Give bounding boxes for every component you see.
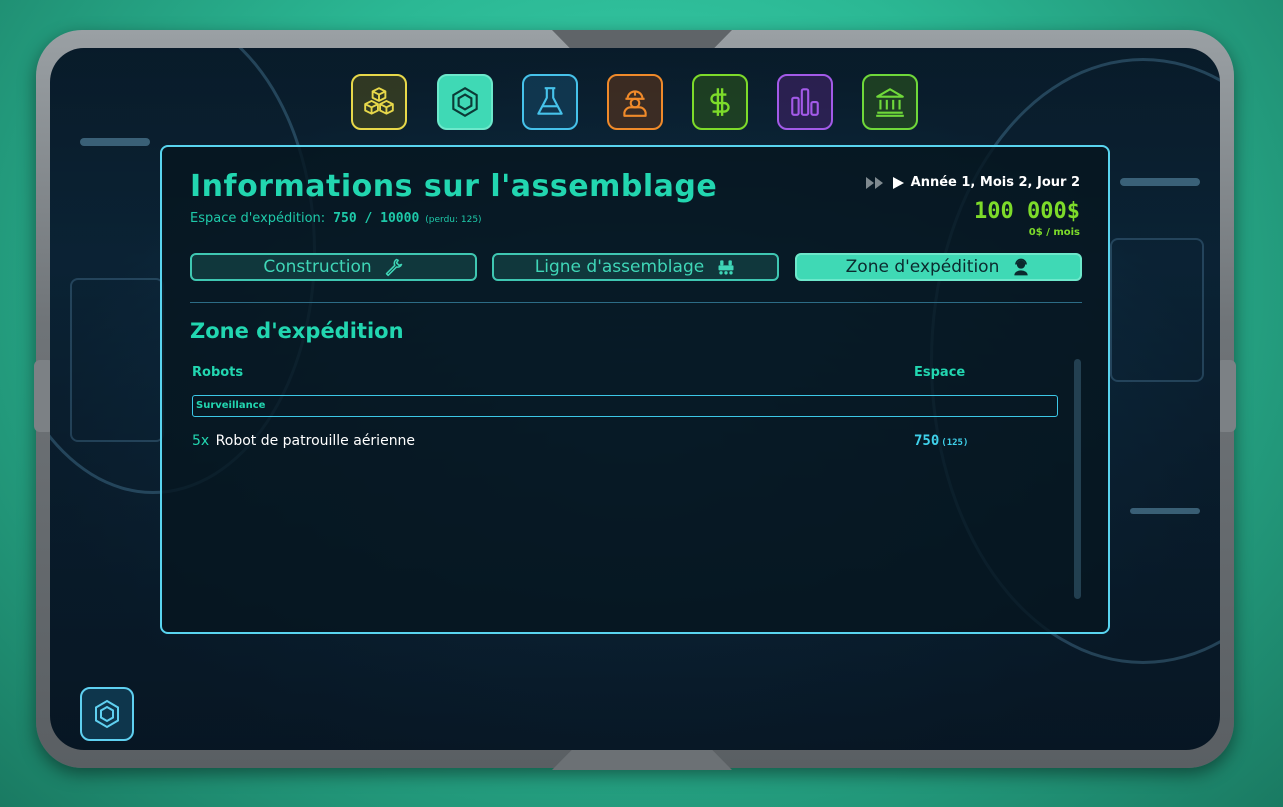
robot-space-cell: 750 (125): [914, 433, 968, 449]
section-title: Zone d'expédition: [190, 319, 404, 343]
cubes-icon[interactable]: [351, 74, 407, 130]
monthly-income: 0$ / mois: [1028, 227, 1080, 238]
tab-label: Zone d'expédition: [845, 257, 1000, 277]
table-row: 5x Robot de patrouille aérienne 750 (125): [192, 433, 1058, 451]
page-title: Informations sur l'assemblage: [190, 169, 718, 204]
hexagon-icon: [95, 699, 119, 729]
hexagon-icon[interactable]: [437, 74, 493, 130]
robot-icon: [718, 260, 734, 275]
frame-notch-bottom: [552, 748, 732, 770]
shipping-space-label: Espace d'expédition:: [190, 211, 326, 226]
robot-name: Robot de patrouille aérienne: [215, 433, 416, 449]
bar-chart-icon[interactable]: [777, 74, 833, 130]
assembly-info-panel: Informations sur l'assemblage Espace d'e…: [160, 145, 1110, 634]
tab-assembly-line[interactable]: Ligne d'assemblage: [492, 253, 779, 281]
scrollbar[interactable]: [1074, 359, 1081, 599]
home-button[interactable]: [80, 687, 134, 741]
section-divider: [190, 302, 1082, 303]
robot-space: 750: [914, 433, 940, 449]
dollar-icon[interactable]: [692, 74, 748, 130]
fast-forward-icon[interactable]: [865, 176, 885, 190]
play-icon[interactable]: [891, 176, 905, 190]
money-balance: 100 000$: [974, 199, 1080, 224]
shipping-space-value: 750 / 10000: [333, 211, 420, 226]
bank-icon[interactable]: [862, 74, 918, 130]
column-header-space: Espace: [914, 365, 966, 380]
robot-space-lost: (125): [941, 438, 969, 448]
game-date-row: Année 1, Mois 2, Jour 2: [865, 175, 1080, 190]
tab-shipping-zone[interactable]: Zone d'expédition: [795, 253, 1082, 281]
column-header-robots: Robots: [192, 365, 244, 380]
background-light: [1120, 178, 1200, 186]
shipping-space-lost: (perdu: 125): [425, 215, 482, 225]
game-date: Année 1, Mois 2, Jour 2: [910, 175, 1080, 190]
tab-construction[interactable]: Construction: [190, 253, 477, 281]
tab-label: Construction: [263, 257, 372, 277]
category-header: Surveillance: [192, 395, 1058, 417]
tab-label: Ligne d'assemblage: [534, 257, 705, 277]
background-machinery: [1110, 238, 1204, 382]
robot-quantity: 5x: [192, 433, 210, 449]
flask-icon[interactable]: [522, 74, 578, 130]
background-light: [80, 138, 150, 146]
operator-icon: [1014, 258, 1029, 276]
background-machinery: [70, 278, 164, 442]
worker-icon[interactable]: [607, 74, 663, 130]
shipping-space-summary: Espace d'expédition: 750 / 10000 (perdu: 1…: [190, 211, 482, 226]
wrench-icon: [385, 258, 402, 277]
background-light: [1130, 508, 1200, 514]
